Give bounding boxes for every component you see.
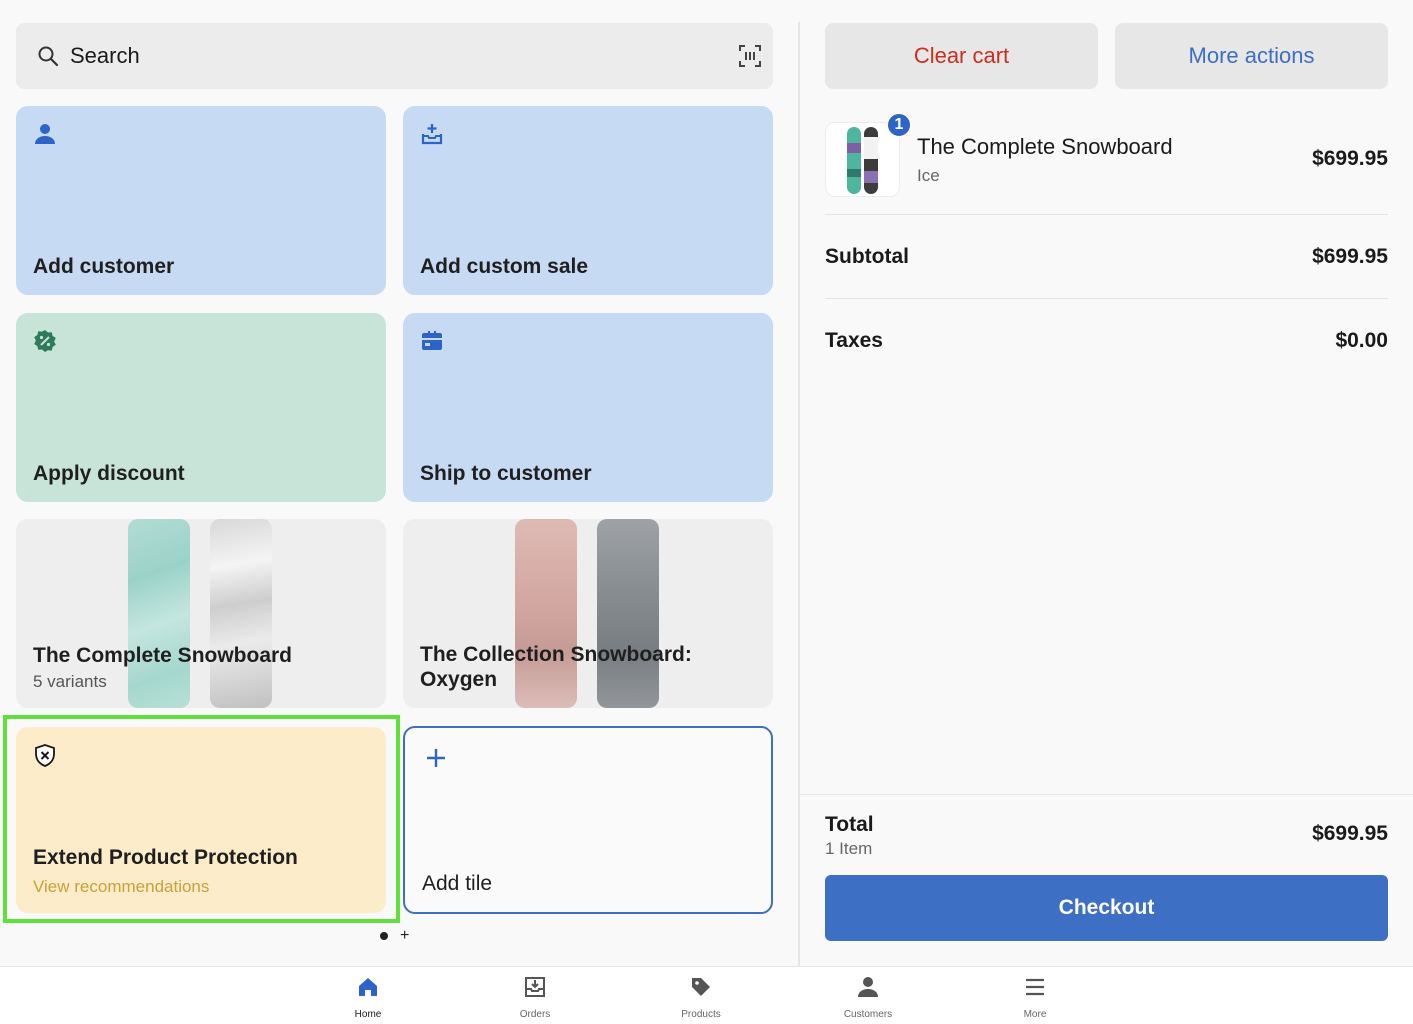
- nav-customers[interactable]: Customers: [823, 975, 913, 1020]
- divider: [800, 794, 1413, 795]
- clear-cart-button[interactable]: Clear cart: [825, 23, 1098, 89]
- tile-title: Add customer: [33, 254, 175, 278]
- nav-label: Products: [681, 1009, 721, 1020]
- menu-icon: [1026, 978, 1044, 996]
- nav-label: More: [1023, 1009, 1047, 1020]
- cart-item-variant: Ice: [917, 166, 940, 185]
- home-grid-pane: Search Add customer Add custom sale Appl…: [0, 0, 799, 966]
- quantity-badge: 1: [886, 112, 912, 138]
- divider: [825, 214, 1388, 215]
- cart-item-price: $699.95: [1312, 147, 1388, 170]
- snowboard-image: [128, 519, 190, 708]
- nav-label: Orders: [519, 1009, 551, 1020]
- nav-home[interactable]: Home: [323, 975, 413, 1020]
- nav-orders[interactable]: Orders: [490, 975, 580, 1020]
- orders-icon: [525, 977, 545, 997]
- total-value: $699.95: [1312, 822, 1388, 845]
- total-label: Total: [825, 813, 874, 836]
- checkout-button[interactable]: Checkout: [825, 875, 1388, 941]
- more-actions-button[interactable]: More actions: [1115, 23, 1388, 89]
- nav-label: Home: [354, 1009, 382, 1020]
- taxes-value: $0.00: [1335, 329, 1388, 352]
- subtotal-value: $699.95: [1312, 245, 1388, 268]
- shipping-box-icon: [422, 331, 442, 350]
- person-icon: [35, 124, 55, 144]
- add-page-button[interactable]: +: [400, 928, 409, 944]
- tile-title: Add tile: [422, 871, 493, 895]
- nav-products[interactable]: Products: [656, 975, 746, 1020]
- tile-title: Add custom sale: [420, 254, 589, 278]
- nav-more[interactable]: More: [990, 975, 1080, 1020]
- pos-app: Search Add customer Add custom sale Appl…: [0, 0, 1413, 1024]
- cart-line-item[interactable]: 1 The Complete Snowboard Ice $699.95: [825, 112, 1388, 200]
- selection-highlight: [3, 715, 400, 923]
- plus-icon: [427, 749, 445, 767]
- discount-badge-icon: [34, 330, 56, 352]
- subtotal-label: Subtotal: [825, 245, 909, 268]
- tile-title: Ship to customer: [420, 461, 592, 485]
- tile-add-tile[interactable]: Add tile: [403, 726, 773, 914]
- taxes-label: Taxes: [825, 329, 883, 352]
- snowboard-image: [210, 519, 272, 708]
- tile-title: The Collection Snowboard: Oxygen: [420, 642, 692, 691]
- person-icon: [858, 977, 878, 997]
- home-icon: [359, 978, 377, 996]
- tile-apply-discount[interactable]: Apply discount: [16, 313, 386, 502]
- page-dot-active[interactable]: [380, 932, 388, 940]
- pane-divider: [798, 22, 800, 966]
- tag-icon: [692, 978, 710, 996]
- nav-label: Customers: [843, 1009, 893, 1020]
- total-item-count: 1 Item: [825, 839, 873, 858]
- tile-title: Apply discount: [33, 461, 185, 485]
- tray-add-icon: [421, 124, 443, 145]
- search-bar[interactable]: Search: [16, 23, 773, 89]
- search-icon: [38, 46, 59, 67]
- divider: [825, 298, 1388, 299]
- cart-item-name: The Complete Snowboard: [917, 134, 1173, 159]
- product-tile-collection-snowboard-oxygen[interactable]: The Collection Snowboard: Oxygen: [403, 519, 773, 708]
- tile-add-customer[interactable]: Add customer: [16, 106, 386, 295]
- tile-add-custom-sale[interactable]: Add custom sale: [403, 106, 773, 295]
- search-label: Search: [70, 43, 140, 68]
- product-tile-complete-snowboard[interactable]: The Complete Snowboard 5 variants: [16, 519, 386, 708]
- tile-subtitle: 5 variants: [33, 672, 107, 691]
- page-indicator: +: [380, 928, 409, 944]
- tile-title: The Complete Snowboard: [33, 643, 293, 667]
- tile-ship-to-customer[interactable]: Ship to customer: [403, 313, 773, 502]
- bottom-nav: Home Orders Products Customers More: [0, 966, 1413, 1024]
- barcode-scan-icon[interactable]: [739, 45, 761, 67]
